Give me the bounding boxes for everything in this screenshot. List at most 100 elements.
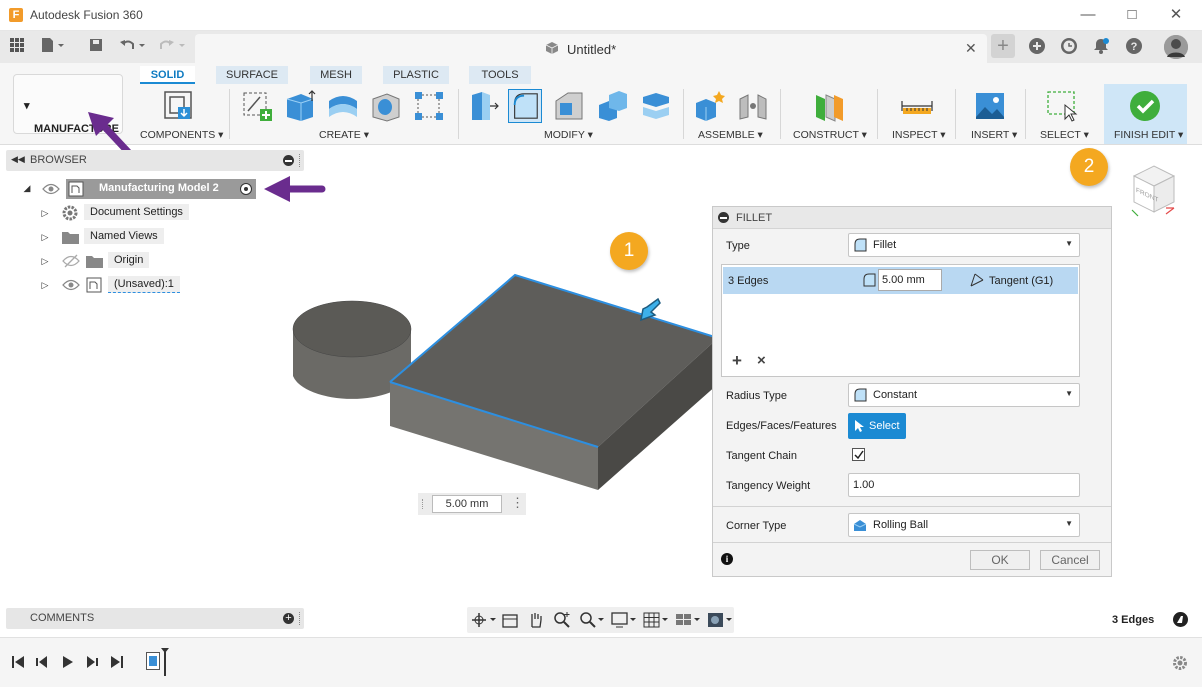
timeline-settings-gear-icon[interactable] xyxy=(1172,655,1188,671)
tangent-chain-checkbox[interactable] xyxy=(852,448,865,461)
combine-icon[interactable] xyxy=(639,89,673,123)
hidden-eye-icon[interactable] xyxy=(62,254,80,268)
tangent-continuity-icon[interactable] xyxy=(969,272,985,288)
construct-group-label[interactable]: CONSTRUCT ▾ xyxy=(793,129,867,141)
create-sketch-icon[interactable] xyxy=(240,89,274,123)
components-group-label[interactable]: COMPONENTS ▾ xyxy=(140,129,223,141)
step-forward-icon[interactable] xyxy=(85,655,99,669)
expand-tree-icon[interactable]: ▷ xyxy=(40,280,50,290)
document-tab[interactable]: Untitled* ✕ xyxy=(195,34,987,63)
save-icon[interactable] xyxy=(86,37,106,57)
press-pull-icon[interactable] xyxy=(466,89,500,123)
inspect-group-label[interactable]: INSPECT ▾ xyxy=(892,129,946,141)
collapse-tree-icon[interactable]: ◢ xyxy=(22,183,32,193)
display-settings-icon[interactable] xyxy=(611,611,637,629)
add-comment-icon[interactable]: + xyxy=(283,613,294,624)
data-panel-grid-icon[interactable] xyxy=(7,37,27,57)
zoom-icon[interactable] xyxy=(553,611,571,629)
new-tab-plus-icon[interactable]: + xyxy=(991,34,1015,58)
create-group-label[interactable]: CREATE ▾ xyxy=(319,129,369,141)
dimension-options-icon[interactable]: ⋮ xyxy=(511,495,524,511)
grid-settings-icon[interactable] xyxy=(643,611,669,629)
continuity-dropdown[interactable]: Tangent (G1) xyxy=(989,275,1053,287)
close-window-button[interactable]: ✕ xyxy=(1165,4,1187,26)
minimize-button[interactable]: — xyxy=(1077,4,1099,26)
expand-tree-icon[interactable]: ▷ xyxy=(40,208,50,218)
tree-item-named-views[interactable]: ▷ Named Views xyxy=(40,227,240,247)
insert-image-icon[interactable] xyxy=(973,89,1007,123)
pattern-icon[interactable] xyxy=(412,89,446,123)
radius-input[interactable]: 5.00 mm xyxy=(878,269,942,291)
radius-type-dropdown[interactable]: Constant ▼ xyxy=(848,383,1080,407)
insert-group-label[interactable]: INSERT ▾ xyxy=(971,129,1017,141)
timeline-marker[interactable] xyxy=(161,648,169,676)
shell-icon[interactable] xyxy=(596,89,630,123)
look-at-icon[interactable] xyxy=(501,611,519,629)
viewcube[interactable]: FRONT xyxy=(1128,162,1180,220)
ok-button[interactable]: OK xyxy=(970,550,1030,570)
viewports-icon[interactable] xyxy=(675,611,701,629)
select-group-label[interactable]: SELECT ▾ xyxy=(1040,129,1089,141)
visibility-eye-icon[interactable] xyxy=(42,182,60,196)
modify-group-label[interactable]: MODIFY ▾ xyxy=(544,129,593,141)
minimize-browser-icon[interactable] xyxy=(283,155,294,166)
tree-item-unsaved-component[interactable]: ▷ (Unsaved):1 xyxy=(40,275,240,295)
environment-icon[interactable] xyxy=(707,611,733,629)
redo-icon[interactable] xyxy=(158,37,190,57)
timeline-feature-item[interactable] xyxy=(146,652,160,670)
panel-grip-icon[interactable] xyxy=(299,154,301,167)
collapse-browser-icon[interactable]: ◀◀ xyxy=(11,154,25,165)
panel-grip-icon[interactable] xyxy=(299,612,301,625)
maximize-button[interactable]: □ xyxy=(1121,4,1143,26)
measure-icon[interactable] xyxy=(900,89,934,123)
undo-icon[interactable] xyxy=(118,37,150,57)
go-to-start-icon[interactable] xyxy=(11,655,25,669)
tangency-weight-input[interactable]: 1.00 xyxy=(848,473,1080,497)
notifications-bell-icon[interactable] xyxy=(1091,37,1111,57)
pan-hand-icon[interactable] xyxy=(527,611,545,629)
play-icon[interactable] xyxy=(61,655,75,669)
extensions-icon[interactable] xyxy=(1027,37,1047,57)
dimension-input[interactable]: 5.00 mm xyxy=(432,495,502,513)
select-edges-button[interactable]: Select xyxy=(848,413,906,439)
help-icon[interactable]: ? xyxy=(1124,37,1144,57)
tree-item-origin[interactable]: ▷ Origin xyxy=(40,251,240,271)
type-dropdown[interactable]: Fillet ▼ xyxy=(848,233,1080,257)
chamfer-icon[interactable] xyxy=(552,89,586,123)
assemble-group-label[interactable]: ASSEMBLE ▾ xyxy=(698,129,763,141)
visibility-eye-icon[interactable] xyxy=(62,278,80,292)
corner-type-dropdown[interactable]: Rolling Ball ▼ xyxy=(848,513,1080,537)
offset-plane-icon[interactable] xyxy=(812,89,846,123)
tab-plastic[interactable]: PLASTIC xyxy=(383,66,449,84)
remove-selection-set-button[interactable]: × xyxy=(757,352,766,369)
tab-surface[interactable]: SURFACE xyxy=(216,66,288,84)
add-selection-set-button[interactable]: + xyxy=(732,351,742,371)
extrude-icon[interactable] xyxy=(283,89,317,123)
expand-tree-icon[interactable]: ▷ xyxy=(40,256,50,266)
tab-mesh[interactable]: MESH xyxy=(310,66,362,84)
file-menu-icon[interactable] xyxy=(40,37,64,57)
tab-tools[interactable]: TOOLS xyxy=(469,66,531,84)
selection-set-row[interactable]: 3 Edges 5.00 mm Tangent (G1) xyxy=(723,267,1078,294)
fit-zoom-icon[interactable] xyxy=(579,611,605,629)
collapse-dialog-icon[interactable] xyxy=(718,212,729,223)
new-component-assemble-icon[interactable] xyxy=(693,89,727,123)
user-avatar[interactable] xyxy=(1164,35,1188,59)
activate-radio-icon[interactable] xyxy=(240,183,252,195)
close-document-icon[interactable]: ✕ xyxy=(965,40,977,57)
fillet-icon[interactable] xyxy=(508,89,542,123)
revolve-icon[interactable] xyxy=(326,89,360,123)
window-select-icon[interactable] xyxy=(1045,89,1079,123)
tree-item-document-settings[interactable]: ▷ Document Settings xyxy=(40,203,240,223)
tree-root-row[interactable]: ◢ Manufacturing Model 2 xyxy=(20,179,290,199)
job-status-clock-icon[interactable] xyxy=(1059,37,1079,57)
joint-icon[interactable] xyxy=(736,89,770,123)
orbit-icon[interactable] xyxy=(471,612,497,628)
cancel-button[interactable]: Cancel xyxy=(1040,550,1100,570)
tab-solid[interactable]: SOLID xyxy=(140,66,195,84)
info-icon[interactable]: i xyxy=(721,553,733,565)
go-to-end-icon[interactable] xyxy=(110,655,124,669)
drag-grip-icon[interactable] xyxy=(422,499,426,509)
new-component-icon[interactable] xyxy=(162,89,196,123)
expand-tree-icon[interactable]: ▷ xyxy=(40,232,50,242)
